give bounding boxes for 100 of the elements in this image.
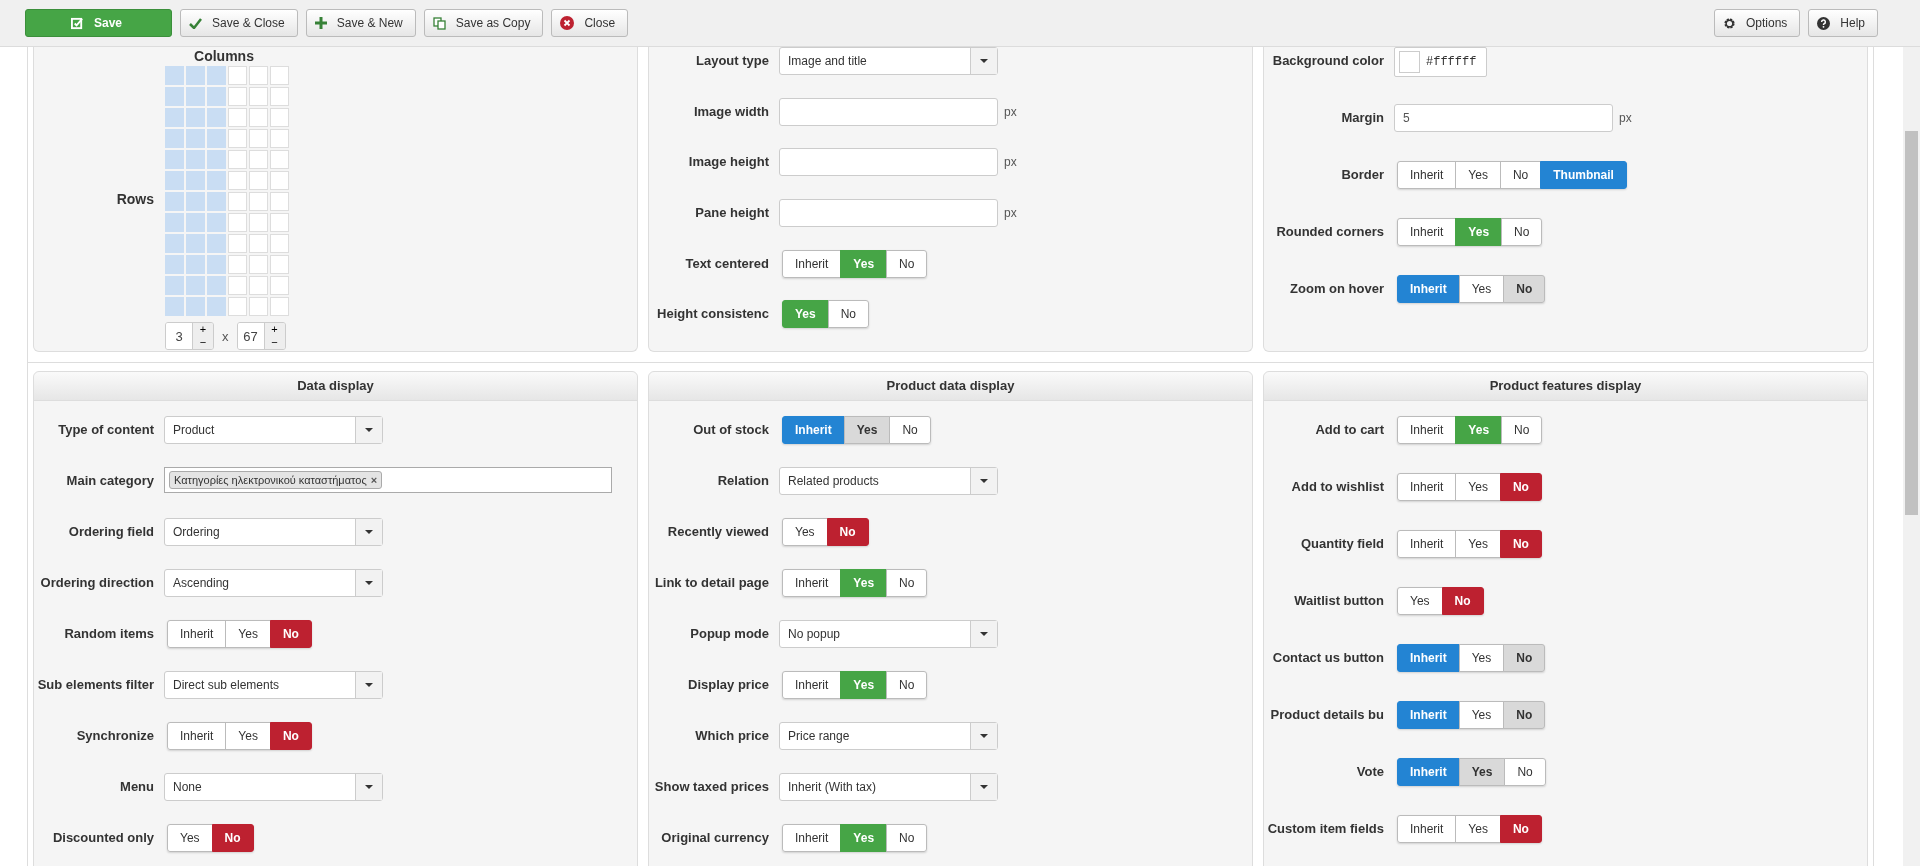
grid-cell[interactable] bbox=[186, 150, 205, 169]
input-field[interactable] bbox=[779, 199, 998, 227]
dropdown[interactable]: Ascending bbox=[164, 569, 383, 597]
grid-cell[interactable] bbox=[228, 171, 247, 190]
remove-button[interactable]: × bbox=[370, 472, 378, 488]
grid-cell[interactable] bbox=[207, 150, 226, 169]
grid-cell[interactable] bbox=[186, 234, 205, 253]
grid-cell[interactable] bbox=[186, 255, 205, 274]
toolbar-button[interactable]: Save & Close bbox=[180, 9, 298, 37]
option-button[interactable]: No bbox=[1501, 218, 1543, 246]
dropdown-arrow-button[interactable] bbox=[355, 519, 382, 545]
option-button[interactable]: Inherit bbox=[167, 620, 227, 648]
grid-cell[interactable] bbox=[165, 66, 184, 85]
option-button[interactable]: No bbox=[886, 569, 928, 597]
grid-cell[interactable] bbox=[207, 192, 226, 211]
grid-cell[interactable] bbox=[165, 255, 184, 274]
dropdown-arrow-button[interactable] bbox=[355, 672, 382, 698]
option-button[interactable]: Inherit bbox=[1397, 701, 1460, 729]
grid-cell[interactable] bbox=[186, 87, 205, 106]
option-button[interactable]: Yes bbox=[843, 416, 891, 444]
dropdown[interactable]: None bbox=[164, 773, 383, 801]
grid-cell[interactable] bbox=[165, 276, 184, 295]
option-button[interactable]: Yes bbox=[225, 722, 271, 750]
grid-cell[interactable] bbox=[165, 129, 184, 148]
scrollbar[interactable] bbox=[1903, 47, 1920, 866]
grid-cell[interactable] bbox=[228, 234, 247, 253]
grid-cell[interactable] bbox=[270, 234, 289, 253]
grid-cell[interactable] bbox=[249, 108, 268, 127]
option-button[interactable]: Inherit bbox=[1397, 815, 1457, 843]
grid-cell[interactable] bbox=[270, 171, 289, 190]
toolbar-button[interactable]: Options bbox=[1713, 9, 1801, 37]
grid-cell[interactable] bbox=[186, 297, 205, 316]
grid-cell[interactable] bbox=[207, 297, 226, 316]
grid-cell[interactable] bbox=[207, 66, 226, 85]
option-button[interactable]: Inherit bbox=[782, 671, 842, 699]
option-button[interactable]: Inherit bbox=[782, 569, 842, 597]
grid-cell[interactable] bbox=[207, 255, 226, 274]
grid-cell[interactable] bbox=[228, 87, 247, 106]
option-button[interactable]: No bbox=[827, 300, 870, 329]
dropdown[interactable]: Ordering bbox=[164, 518, 383, 546]
grid-cell[interactable] bbox=[249, 234, 268, 253]
grid-cell[interactable] bbox=[207, 213, 226, 232]
grid-cell[interactable] bbox=[165, 213, 184, 232]
grid-cell[interactable] bbox=[186, 108, 205, 127]
option-button[interactable]: Yes bbox=[1455, 530, 1501, 558]
dropdown-arrow-button[interactable] bbox=[970, 48, 997, 74]
dropdown-arrow-button[interactable] bbox=[970, 621, 997, 647]
option-button[interactable]: No bbox=[1503, 701, 1546, 729]
option-button[interactable]: No bbox=[1503, 644, 1546, 672]
grid-cell[interactable] bbox=[270, 87, 289, 106]
dropdown-arrow-button[interactable] bbox=[970, 723, 997, 749]
color-field[interactable]: #ffffff bbox=[1394, 47, 1488, 77]
option-button[interactable]: Yes bbox=[1455, 815, 1501, 843]
grid-cell[interactable] bbox=[249, 87, 268, 106]
grid-cell[interactable] bbox=[165, 108, 184, 127]
option-button[interactable]: No bbox=[1499, 815, 1542, 843]
option-button[interactable]: Yes bbox=[1458, 644, 1505, 672]
grid-cell[interactable] bbox=[270, 150, 289, 169]
option-button[interactable]: Yes bbox=[782, 518, 828, 546]
grid-cell[interactable] bbox=[270, 66, 289, 85]
option-button[interactable]: Inherit bbox=[1397, 218, 1457, 246]
option-button[interactable]: No bbox=[269, 722, 312, 750]
dropdown[interactable]: Product bbox=[164, 416, 383, 444]
grid-cell[interactable] bbox=[270, 108, 289, 127]
option-button[interactable]: No bbox=[886, 824, 928, 852]
grid-cell[interactable] bbox=[207, 129, 226, 148]
option-button[interactable]: Inherit bbox=[1397, 758, 1460, 786]
option-button[interactable]: Yes bbox=[1455, 161, 1501, 189]
option-button[interactable]: No bbox=[1501, 416, 1543, 444]
grid-cell[interactable] bbox=[165, 87, 184, 106]
grid-cell[interactable] bbox=[249, 66, 268, 85]
grid-cell[interactable] bbox=[165, 297, 184, 316]
grid-cell[interactable] bbox=[270, 213, 289, 232]
grid-cell[interactable] bbox=[228, 108, 247, 127]
grid-cell[interactable] bbox=[228, 192, 247, 211]
grid-cell[interactable] bbox=[165, 150, 184, 169]
grid-cell[interactable] bbox=[186, 213, 205, 232]
option-button[interactable]: Inherit bbox=[782, 824, 842, 852]
option-button[interactable]: No bbox=[211, 824, 254, 852]
input-field[interactable]: 5 bbox=[1394, 104, 1613, 132]
option-button[interactable]: No bbox=[1499, 473, 1542, 501]
option-button[interactable]: No bbox=[1504, 758, 1546, 786]
dropdown-arrow-button[interactable] bbox=[970, 468, 997, 494]
option-button[interactable]: Inherit bbox=[167, 722, 227, 750]
grid-cell[interactable] bbox=[249, 213, 268, 232]
option-button[interactable]: Inherit bbox=[782, 249, 842, 278]
option-button[interactable]: No bbox=[886, 249, 928, 278]
grid-cell[interactable] bbox=[186, 66, 205, 85]
grid-cell[interactable] bbox=[165, 171, 184, 190]
toolbar-button[interactable]: Help bbox=[1808, 9, 1878, 37]
grid-cell[interactable] bbox=[207, 276, 226, 295]
grid-cell[interactable] bbox=[165, 234, 184, 253]
dropdown[interactable]: Price range bbox=[779, 722, 998, 750]
tags-field[interactable]: Κατηγορίες ηλεκτρονικού καταστήματος × bbox=[164, 467, 612, 493]
grid-cell[interactable] bbox=[228, 129, 247, 148]
grid-cell[interactable] bbox=[270, 192, 289, 211]
grid-cell[interactable] bbox=[270, 276, 289, 295]
option-button[interactable]: No bbox=[1499, 161, 1542, 189]
option-button[interactable]: Yes bbox=[225, 620, 271, 648]
option-button[interactable]: No bbox=[889, 416, 931, 444]
